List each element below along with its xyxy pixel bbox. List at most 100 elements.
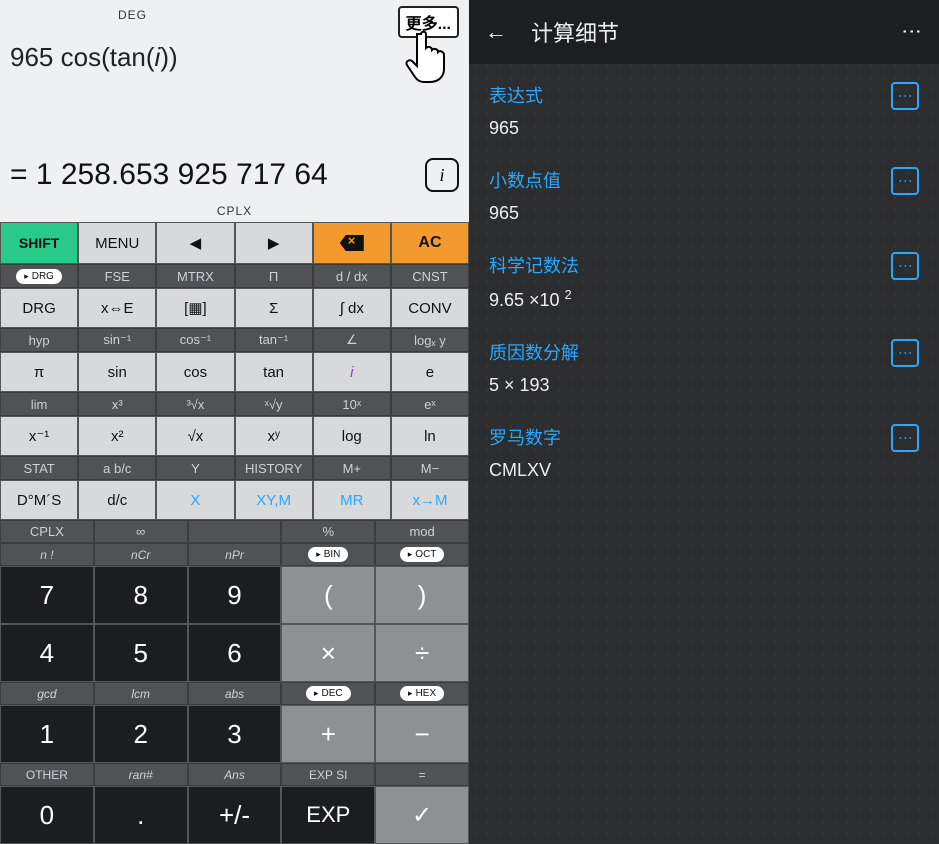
key-row4-3[interactable]: xʸ [235, 416, 313, 456]
key-row5-3[interactable]: XY,M [235, 480, 313, 520]
key-row3-5[interactable]: e [391, 352, 469, 392]
numkey-nr3-1[interactable]: 2 [94, 705, 188, 763]
key-row2-1[interactable]: x⇔E [78, 288, 156, 328]
hint-hints1-5: CNST [391, 264, 469, 288]
section-menu-button[interactable]: ⋮ [891, 82, 919, 110]
hint-hints3-3: ˣ√y [235, 392, 313, 416]
chip-label: BIN [308, 547, 348, 562]
numhint-nh3-3: DEC [281, 682, 375, 705]
numkey-nr3-0[interactable]: 1 [0, 705, 94, 763]
numkey-nr1-0[interactable]: 7 [0, 566, 94, 624]
key-row3-0[interactable]: π [0, 352, 78, 392]
numhint-hints5-4: mod [375, 520, 469, 543]
section-menu-button[interactable]: ⋮ [891, 339, 919, 367]
key-row5-0[interactable]: D°M´S [0, 480, 78, 520]
key-row2-5[interactable]: CONV [391, 288, 469, 328]
hint-hints2-3: tan⁻¹ [235, 328, 313, 352]
key-row4-0[interactable]: x⁻¹ [0, 416, 78, 456]
hint-hints1-0: DRG [0, 264, 78, 288]
key-row2-0[interactable]: DRG [0, 288, 78, 328]
hint-hints1-4: d / dx [313, 264, 391, 288]
key-row4-4[interactable]: log [313, 416, 391, 456]
key-row2-2[interactable]: [▦] [156, 288, 234, 328]
numkey-nr1-2[interactable]: 9 [188, 566, 282, 624]
section-value: CMLXV [489, 460, 919, 481]
numhint-nh4-1: ran# [94, 763, 188, 786]
section-menu-button[interactable]: ⋮ [891, 424, 919, 452]
expression-display: 965 cos(tan(i)) [10, 42, 459, 73]
key-row2-3[interactable]: Σ [235, 288, 313, 328]
numhint-hints5-2 [188, 520, 282, 543]
hint-hints4-0: STAT [0, 456, 78, 480]
display-area: DEG 更多... 965 cos(tan(i)) = 1 258.653 92… [0, 0, 469, 222]
numhint-nh3-1: lcm [94, 682, 188, 705]
section-menu-button[interactable]: ⋮ [891, 252, 919, 280]
numkey-nr2-3[interactable]: × [281, 624, 375, 682]
numkey-nr4-4[interactable]: ✓ [375, 786, 469, 844]
numkey-nr1-1[interactable]: 8 [94, 566, 188, 624]
section-value: 965 [489, 203, 919, 224]
numhint-nh4-2: Ans [188, 763, 282, 786]
numkey-nr4-3[interactable]: EXP [281, 786, 375, 844]
numkey-nr4-1[interactable]: . [94, 786, 188, 844]
backspace-icon [340, 235, 364, 251]
chip-label: OCT [400, 547, 445, 562]
key-row5-5[interactable]: x→M [391, 480, 469, 520]
numkey-nr2-1[interactable]: 5 [94, 624, 188, 682]
hint-hints1-2: MTRX [156, 264, 234, 288]
section-header: 科学记数法 [489, 252, 919, 278]
key-row3-1[interactable]: sin [78, 352, 156, 392]
section-value: 5 × 193 [489, 375, 919, 396]
numkey-nr4-2[interactable]: +/- [188, 786, 282, 844]
number-mode-label: CPLX [0, 204, 469, 218]
section-value: 965 [489, 118, 919, 139]
numhint-nh1-0: n ! [0, 543, 94, 566]
hint-hints2-5: logₓ y [391, 328, 469, 352]
key-row4-2[interactable]: √x [156, 416, 234, 456]
hint-hints1-1: FSE [78, 264, 156, 288]
key-row3-2[interactable]: cos [156, 352, 234, 392]
numhint-nh1-2: nPr [188, 543, 282, 566]
hint-hints4-5: M− [391, 456, 469, 480]
result-display: = 1 258.653 925 717 64 [10, 158, 417, 192]
hint-hints4-2: Y [156, 456, 234, 480]
numkey-nr4-0[interactable]: 0 [0, 786, 94, 844]
cursor-right-button[interactable]: ▶ [235, 222, 313, 264]
ac-button[interactable]: AC [391, 222, 469, 264]
cursor-left-button[interactable]: ◀ [156, 222, 234, 264]
key-row4-1[interactable]: x² [78, 416, 156, 456]
key-row5-1[interactable]: d/c [78, 480, 156, 520]
chip-label: DRG [16, 269, 62, 284]
numkey-nr3-3[interactable]: + [281, 705, 375, 763]
key-row5-2[interactable]: X [156, 480, 234, 520]
calculator-panel: DEG 更多... 965 cos(tan(i)) = 1 258.653 92… [0, 0, 469, 844]
hint-hints3-1: x³ [78, 392, 156, 416]
menu-button[interactable]: MENU [78, 222, 156, 264]
hint-hints1-3: Π [235, 264, 313, 288]
hint-hints3-5: eˣ [391, 392, 469, 416]
detail-header: ← 计算细节 ⋮ [469, 0, 939, 64]
shift-button[interactable]: SHIFT [0, 222, 78, 264]
key-row3-4[interactable]: i [313, 352, 391, 392]
numkey-nr2-0[interactable]: 4 [0, 624, 94, 682]
hint-hints4-3: HISTORY [235, 456, 313, 480]
backspace-button[interactable] [313, 222, 391, 264]
numkey-nr3-2[interactable]: 3 [188, 705, 282, 763]
numhint-hints5-1: ∞ [94, 520, 188, 543]
info-icon[interactable]: i [425, 158, 459, 192]
numkey-nr1-3[interactable]: ( [281, 566, 375, 624]
chip-label: HEX [400, 686, 444, 701]
numkey-nr1-4[interactable]: ) [375, 566, 469, 624]
numkey-nr3-4[interactable]: − [375, 705, 469, 763]
key-row4-5[interactable]: ln [391, 416, 469, 456]
numkey-nr2-4[interactable]: ÷ [375, 624, 469, 682]
key-row2-4[interactable]: ∫ dx [313, 288, 391, 328]
chip-label: DEC [306, 686, 351, 701]
overflow-menu-button[interactable]: ⋮ [900, 21, 925, 43]
key-row5-4[interactable]: MR [313, 480, 391, 520]
section-menu-button[interactable]: ⋮ [891, 167, 919, 195]
numkey-nr2-2[interactable]: 6 [188, 624, 282, 682]
detail-section-2: 科学记数法9.65 ×10 2⋮ [489, 252, 919, 311]
back-button[interactable]: ← [485, 19, 507, 45]
key-row3-3[interactable]: tan [235, 352, 313, 392]
